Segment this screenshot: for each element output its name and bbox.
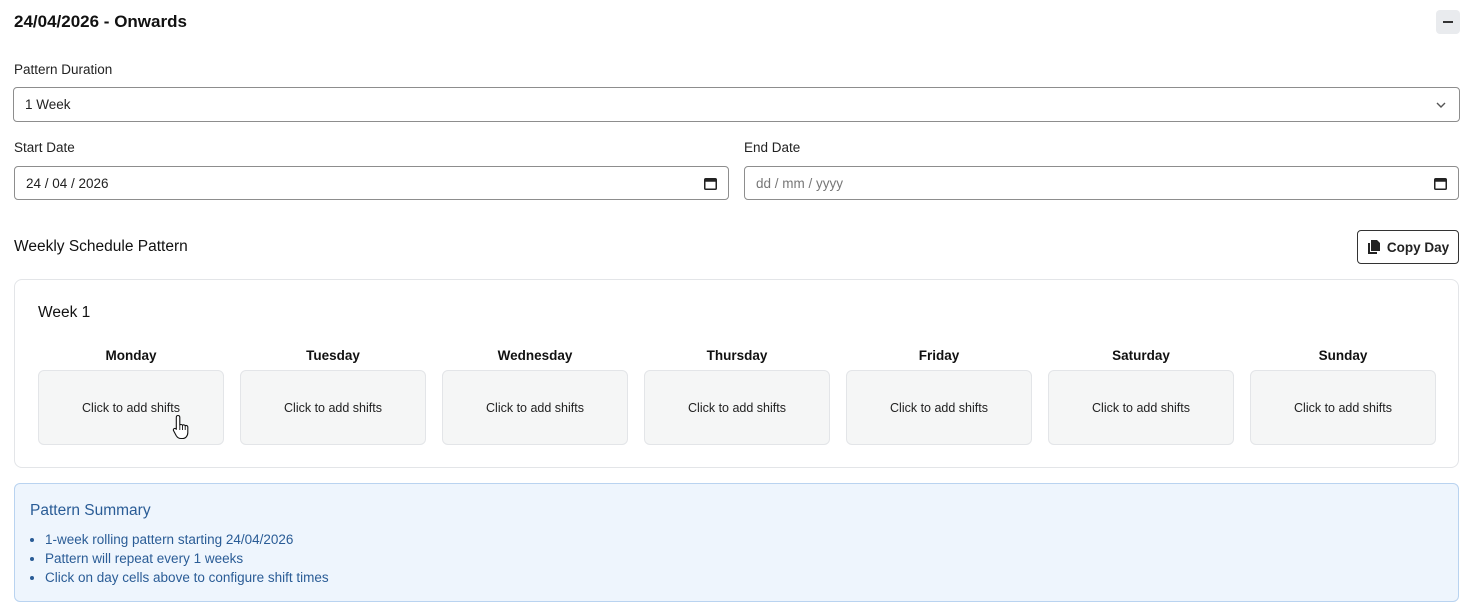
minus-icon (1443, 21, 1453, 23)
day-cell-tuesday[interactable]: Click to add shifts (240, 370, 426, 445)
week-card: Week 1 Monday Click to add shifts Tuesda… (14, 279, 1459, 468)
pattern-duration-label: Pattern Duration (14, 62, 113, 77)
hand-pointer-cursor-icon (172, 414, 189, 440)
day-name-wednesday: Wednesday (497, 348, 573, 363)
day-cell-sunday[interactable]: Click to add shifts (1250, 370, 1436, 445)
day-name-sunday: Sunday (1318, 348, 1368, 363)
copy-day-button[interactable]: Copy Day (1357, 230, 1459, 264)
end-date-label: End Date (744, 140, 801, 155)
chevron-down-icon (1436, 102, 1446, 108)
day-name-friday: Friday (918, 348, 960, 363)
day-cell-wednesday[interactable]: Click to add shifts (442, 370, 628, 445)
day-name-monday: Monday (105, 348, 157, 363)
copy-day-label: Copy Day (1386, 239, 1450, 255)
weekly-schedule-title: Weekly Schedule Pattern (14, 238, 188, 255)
day-name-tuesday: Tuesday (306, 348, 360, 363)
end-date-placeholder: dd / mm / yyyy (756, 175, 844, 191)
day-cell-friday[interactable]: Click to add shifts (846, 370, 1032, 445)
calendar-icon[interactable] (704, 177, 717, 190)
page-header-title: 24/04/2026 - Onwards (14, 12, 187, 31)
week-title: Week 1 (38, 304, 91, 321)
summary-item: Click on day cells above to configure sh… (45, 568, 329, 587)
day-name-thursday: Thursday (706, 348, 768, 363)
pattern-summary-title: Pattern Summary (30, 502, 151, 519)
pattern-summary-list: 1-week rolling pattern starting 24/04/20… (45, 530, 329, 587)
start-date-value: 24 / 04 / 2026 (26, 175, 109, 191)
start-date-input[interactable]: 24 / 04 / 2026 (14, 166, 729, 200)
pattern-duration-value: 1 Week (25, 97, 71, 112)
start-date-label: Start Date (14, 140, 75, 155)
collapse-button[interactable] (1436, 10, 1460, 34)
calendar-icon[interactable] (1434, 177, 1447, 190)
day-cell-monday[interactable]: Click to add shifts (38, 370, 224, 445)
pattern-duration-select[interactable]: 1 Week (13, 87, 1460, 122)
day-name-saturday: Saturday (1112, 348, 1170, 363)
copy-icon (1367, 240, 1380, 254)
day-cell-saturday[interactable]: Click to add shifts (1048, 370, 1234, 445)
summary-item: 1-week rolling pattern starting 24/04/20… (45, 530, 329, 549)
end-date-input[interactable]: dd / mm / yyyy (744, 166, 1459, 200)
day-cell-thursday[interactable]: Click to add shifts (644, 370, 830, 445)
pattern-summary-panel: Pattern Summary 1-week rolling pattern s… (14, 483, 1459, 602)
summary-item: Pattern will repeat every 1 weeks (45, 549, 329, 568)
